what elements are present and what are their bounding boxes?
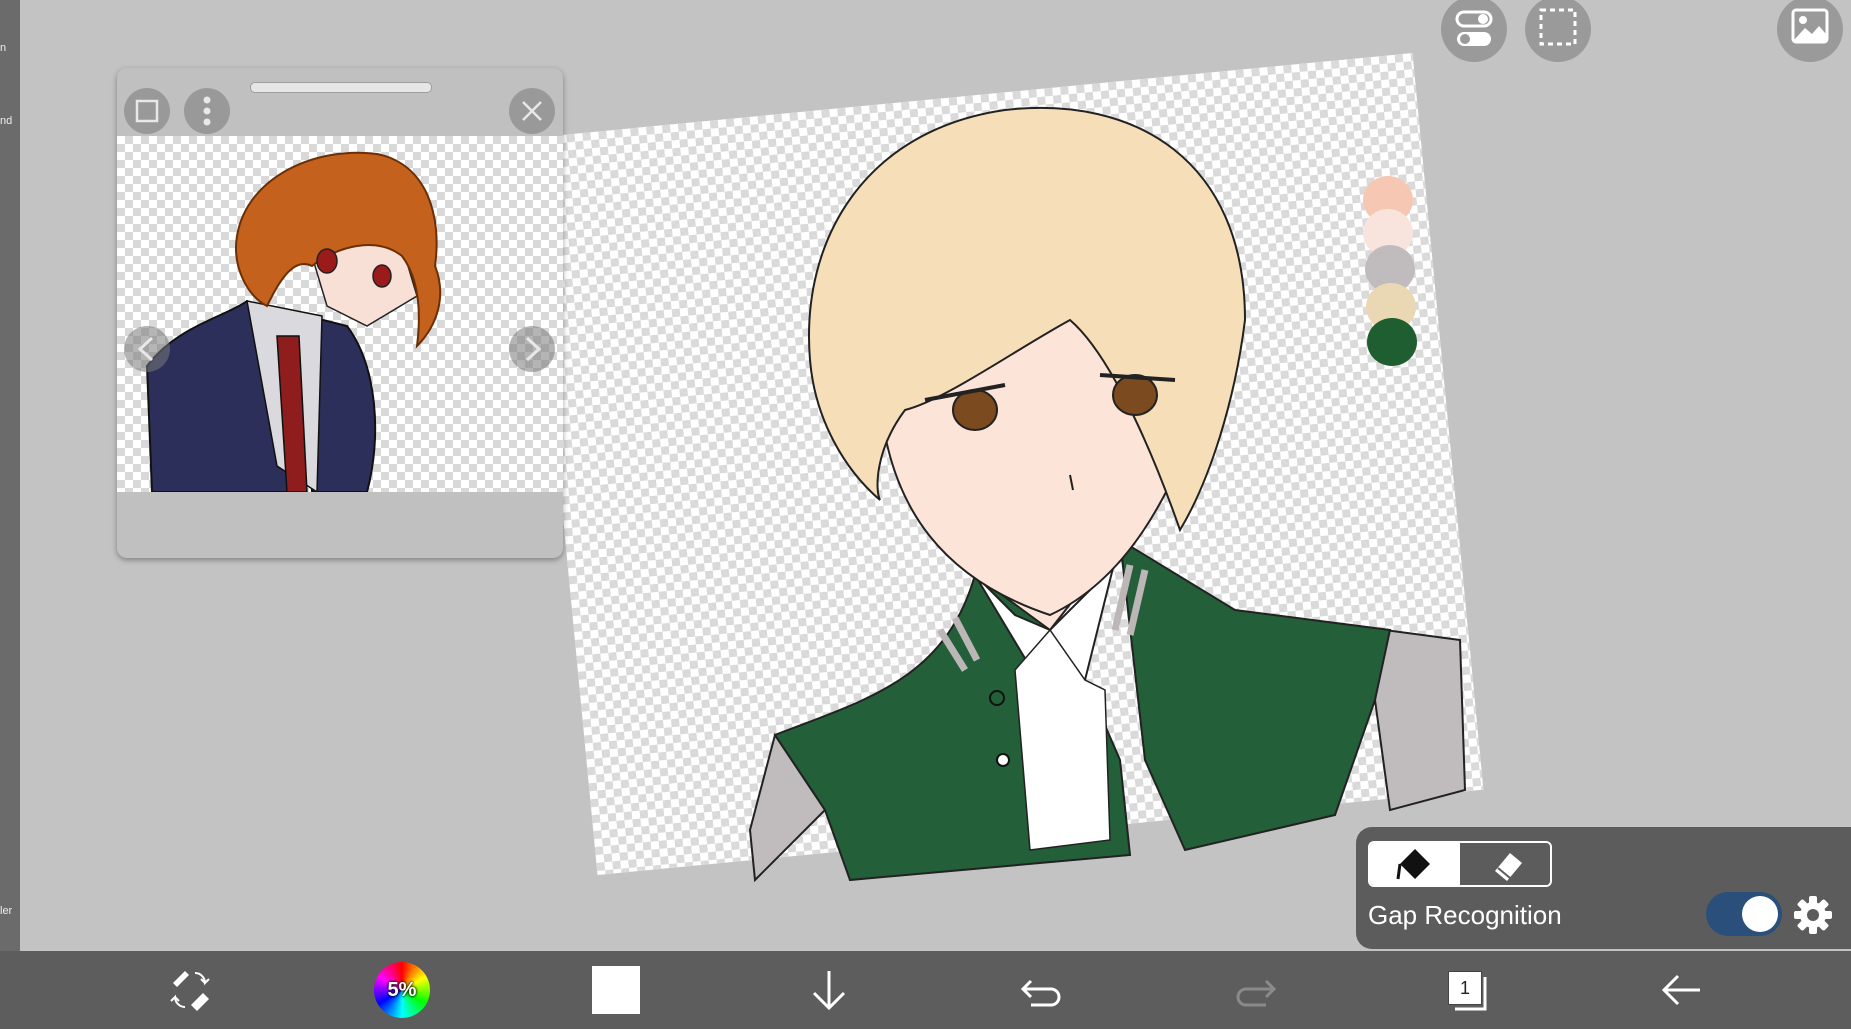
erase-fill-mode-button[interactable] xyxy=(1460,843,1550,885)
eraser-icon xyxy=(1495,853,1522,881)
fill-tool-panel: Gap Recognition xyxy=(1356,827,1851,949)
window-icon xyxy=(135,99,159,123)
download-layer-button[interactable] xyxy=(789,951,869,1029)
window-drag-handle[interactable] xyxy=(250,82,432,93)
close-icon xyxy=(522,101,542,121)
left-eye xyxy=(952,389,998,431)
undo-icon xyxy=(1020,979,1061,1007)
brush-size-button[interactable]: 5% xyxy=(362,951,442,1029)
side-label-1: n xyxy=(0,42,7,54)
left-side-strip[interactable]: n nd ler er xyxy=(0,0,20,951)
redo-button[interactable] xyxy=(1215,951,1295,1029)
toggle-knob xyxy=(1742,896,1778,932)
arrow-down-icon xyxy=(812,971,846,1011)
next-icon xyxy=(525,336,542,362)
toggle-settings-icon xyxy=(1455,10,1493,46)
image-icon xyxy=(1791,8,1829,44)
side-label-3: ler xyxy=(0,905,13,917)
layers-icon: 1 xyxy=(1445,967,1491,1013)
layers-button[interactable]: 1 xyxy=(1428,951,1508,1029)
bottom-toolbar: 5% 1 xyxy=(0,951,1851,1029)
arrow-left-icon xyxy=(1661,974,1700,1006)
selection-icon xyxy=(1539,8,1577,46)
reference-image xyxy=(117,136,563,494)
next-image-button[interactable] xyxy=(509,326,555,372)
canvas-artwork xyxy=(748,106,1467,883)
layer-count: 1 xyxy=(1448,971,1482,1005)
current-color-button[interactable] xyxy=(576,951,656,1029)
selection-button[interactable] xyxy=(1525,0,1591,62)
fill-mode-selector xyxy=(1368,841,1552,887)
bucket-fill-icon xyxy=(1396,849,1430,880)
gear-icon[interactable] xyxy=(1792,894,1834,936)
undo-button[interactable] xyxy=(1002,951,1082,1029)
close-window-button[interactable] xyxy=(509,88,555,134)
previous-image-button[interactable] xyxy=(124,326,170,372)
current-color-swatch xyxy=(592,966,640,1014)
fill-mode-button[interactable] xyxy=(1370,843,1460,885)
right-sleeve xyxy=(1373,628,1467,812)
shirt xyxy=(1014,628,1111,851)
palette-color-5[interactable] xyxy=(1367,318,1417,366)
more-icon xyxy=(203,96,211,126)
reference-window[interactable] xyxy=(117,68,563,558)
brush-size-value: 5% xyxy=(387,978,417,1001)
back-button[interactable] xyxy=(1641,951,1721,1029)
gap-recognition-toggle[interactable] xyxy=(1706,892,1782,936)
brush-eraser-switch-icon xyxy=(170,971,210,1011)
right-eye xyxy=(1112,374,1158,416)
brush-size-wheel-icon: 5% xyxy=(374,962,430,1018)
image-button[interactable] xyxy=(1777,0,1843,62)
redo-icon xyxy=(1236,979,1277,1007)
brush-eraser-switch-button[interactable] xyxy=(150,951,230,1029)
toggle-settings-button[interactable] xyxy=(1441,0,1507,62)
side-label-2: nd xyxy=(0,115,13,127)
prev-icon xyxy=(137,336,154,362)
more-options-button[interactable] xyxy=(184,88,230,134)
jacket-right xyxy=(1118,538,1392,852)
gap-recognition-label: Gap Recognition xyxy=(1368,900,1562,930)
window-mode-button[interactable] xyxy=(124,88,170,134)
